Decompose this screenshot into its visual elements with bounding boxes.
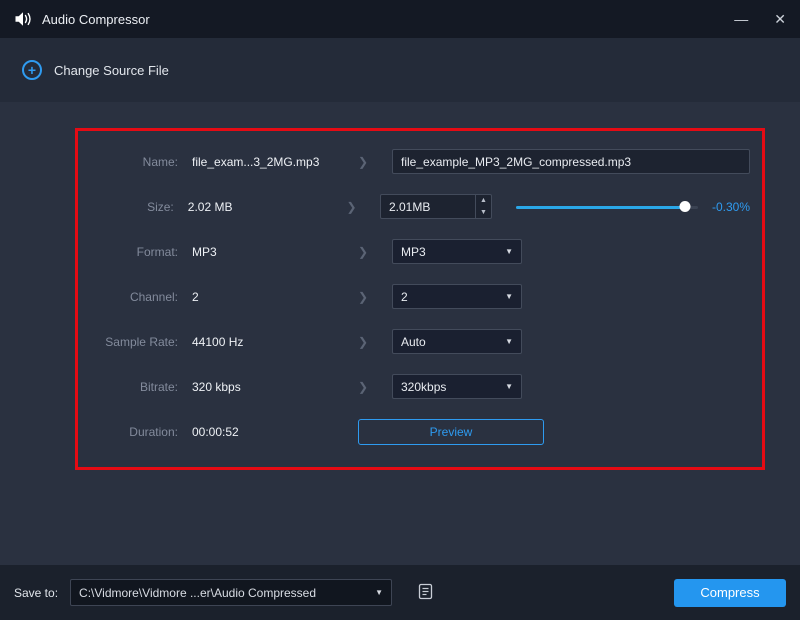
- row-sample-rate: Sample Rate: 44100 Hz ❯ Auto ▼: [78, 319, 762, 364]
- sample-rate-source-value: 44100 Hz: [192, 334, 244, 349]
- row-duration: Duration: 00:00:52 Preview: [78, 409, 762, 454]
- toolbar: + Change Source File: [0, 38, 800, 102]
- channel-source-value: 2: [192, 289, 199, 304]
- channel-label: Channel:: [129, 289, 178, 304]
- row-channel: Channel: 2 ❯ 2 ▼: [78, 274, 762, 319]
- folder-icon: [416, 583, 435, 603]
- size-slider[interactable]: [515, 200, 698, 213]
- row-name: Name: file_exam...3_2MG.mp3 ❯: [78, 139, 762, 184]
- change-source-file-label: Change Source File: [54, 62, 169, 78]
- format-select[interactable]: MP3 ▼: [392, 239, 522, 264]
- size-slider-fill: [515, 205, 686, 209]
- duration-label: Duration:: [129, 424, 178, 439]
- caret-down-icon: ▼: [505, 337, 513, 346]
- caret-down-icon: ▼: [505, 247, 513, 256]
- caret-down-icon: ▼: [505, 292, 513, 301]
- save-path-value: C:\Vidmore\Vidmore ...er\Audio Compresse…: [79, 585, 317, 600]
- duration-source-value: 00:00:52: [192, 424, 239, 439]
- spinner-up-icon[interactable]: ▲: [476, 195, 491, 207]
- channel-select[interactable]: 2 ▼: [392, 284, 522, 309]
- format-label: Format:: [136, 244, 178, 259]
- chevron-right-icon: ❯: [357, 154, 369, 169]
- bitrate-label: Bitrate:: [139, 379, 178, 394]
- close-button[interactable]: ✕: [774, 12, 786, 26]
- bitrate-select-value: 320kbps: [401, 379, 447, 394]
- bitrate-select[interactable]: 320kbps ▼: [392, 374, 522, 399]
- titlebar: Audio Compressor — ✕: [0, 0, 800, 38]
- chevron-right-icon: ❯: [346, 199, 357, 214]
- browse-folder-button[interactable]: [410, 580, 440, 606]
- format-source-value: MP3: [192, 244, 217, 259]
- size-source-value: 2.02 MB: [187, 199, 233, 214]
- plus-circle-icon: +: [22, 60, 42, 80]
- row-size: Size: 2.02 MB ❯ 2.01MB ▲ ▼ -0.30%: [78, 184, 762, 229]
- size-label: Size:: [147, 199, 174, 214]
- size-slider-handle[interactable]: [679, 200, 691, 212]
- name-label: Name:: [142, 154, 178, 169]
- compression-ratio-label: -0.30%: [711, 199, 751, 214]
- spinner-down-icon[interactable]: ▼: [476, 207, 491, 219]
- sample-rate-select-value: Auto: [401, 334, 426, 349]
- bitrate-source-value: 320 kbps: [192, 379, 241, 394]
- name-source-value: file_exam...3_2MG.mp3: [192, 154, 320, 169]
- chevron-right-icon: ❯: [357, 379, 369, 394]
- save-path-caret-icon[interactable]: ▼: [367, 580, 391, 605]
- output-name-input[interactable]: [392, 149, 750, 174]
- window-title: Audio Compressor: [42, 11, 150, 27]
- minimize-button[interactable]: —: [734, 12, 748, 26]
- change-source-file-button[interactable]: + Change Source File: [22, 60, 169, 80]
- preview-button[interactable]: Preview: [358, 418, 544, 445]
- chevron-right-icon: ❯: [357, 289, 369, 304]
- size-spinner-value: 2.01MB: [388, 199, 431, 214]
- channel-select-value: 2: [401, 289, 408, 304]
- footer-bar: Save to: C:\Vidmore\Vidmore ...er\Audio …: [0, 565, 800, 620]
- sample-rate-select[interactable]: Auto ▼: [392, 329, 522, 354]
- chevron-right-icon: ❯: [357, 334, 369, 349]
- save-to-label: Save to:: [14, 585, 59, 600]
- size-spinner[interactable]: 2.01MB ▲ ▼: [379, 194, 492, 219]
- format-select-value: MP3: [401, 244, 426, 259]
- row-bitrate: Bitrate: 320 kbps ❯ 320kbps ▼: [78, 364, 762, 409]
- speaker-icon: [14, 11, 32, 27]
- highlight-rectangle: Name: file_exam...3_2MG.mp3 ❯ Size: 2.02…: [75, 128, 765, 470]
- save-path-combobox[interactable]: C:\Vidmore\Vidmore ...er\Audio Compresse…: [70, 579, 393, 606]
- caret-down-icon: ▼: [505, 382, 513, 391]
- compress-button[interactable]: Compress: [674, 578, 786, 607]
- chevron-right-icon: ❯: [357, 244, 369, 259]
- main-area: Name: file_exam...3_2MG.mp3 ❯ Size: 2.02…: [0, 102, 800, 565]
- row-format: Format: MP3 ❯ MP3 ▼: [78, 229, 762, 274]
- sample-rate-label: Sample Rate:: [105, 334, 178, 349]
